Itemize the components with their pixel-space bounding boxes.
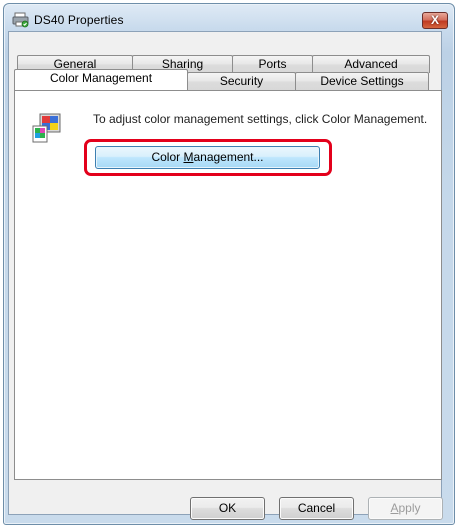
tab-advanced[interactable]: Advanced (312, 55, 430, 73)
apply-label: pply (398, 501, 421, 515)
color-management-icon (32, 113, 61, 143)
tab-label: Device Settings (320, 74, 404, 88)
apply-mnemonic: A (390, 501, 399, 515)
close-icon: X (430, 13, 439, 27)
printer-icon (12, 12, 29, 28)
color-management-button[interactable]: Color Management... (95, 146, 320, 169)
apply-button[interactable]: Apply (368, 497, 443, 520)
tab-label: Ports (258, 57, 287, 71)
tab-label: Color Management (49, 71, 153, 85)
cancel-button[interactable]: Cancel (279, 497, 354, 520)
button-label-mnemonic: M (183, 150, 194, 164)
button-label-end: anagement... (193, 150, 264, 164)
button-label-start: Color (151, 150, 184, 164)
tab-security[interactable]: Security (187, 72, 296, 90)
tab-device-settings[interactable]: Device Settings (295, 72, 429, 90)
tab-label: Advanced (344, 57, 398, 71)
tab-ports[interactable]: Ports (232, 55, 313, 73)
tab-label: Security (219, 74, 264, 88)
instruction-text: To adjust color management settings, cli… (93, 112, 428, 126)
title-bar[interactable]: DS40 Properties X (4, 4, 454, 34)
window-title: DS40 Properties (34, 13, 124, 27)
close-button[interactable]: X (422, 12, 448, 29)
ok-button[interactable]: OK (190, 497, 265, 520)
tab-color-management[interactable]: Color Management (14, 69, 188, 90)
ok-label: OK (218, 501, 237, 515)
cancel-label: Cancel (297, 501, 336, 515)
